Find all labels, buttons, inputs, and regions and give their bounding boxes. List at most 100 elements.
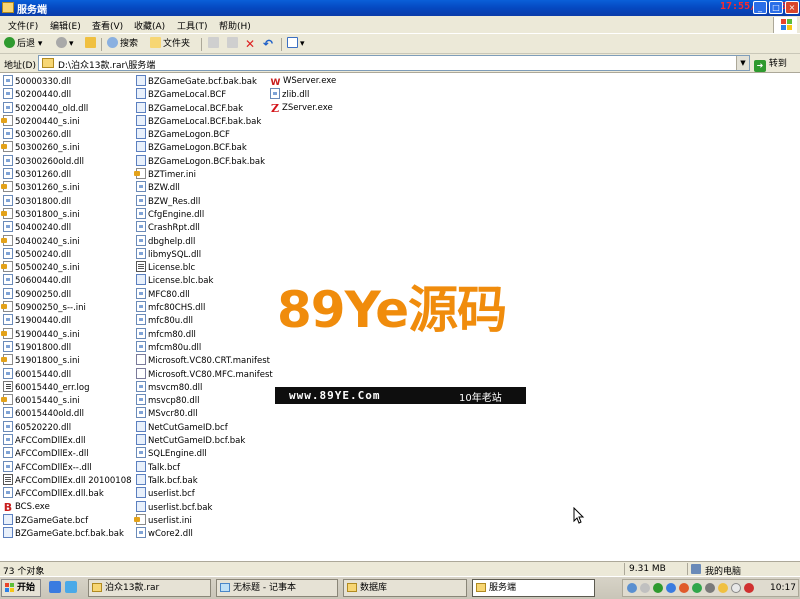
title-bar[interactable]: 服务端 17:55/12.46 _ □ × bbox=[0, 0, 800, 16]
file-item[interactable]: mfcm80u.dll bbox=[136, 340, 273, 354]
file-item[interactable]: 50400240.dll bbox=[3, 221, 132, 234]
file-item[interactable]: BZGameLogon.BCF.bak bbox=[136, 141, 273, 154]
file-item[interactable]: msvcp80.dll bbox=[136, 394, 273, 407]
file-item[interactable]: MSvcr80.dll bbox=[136, 407, 273, 420]
task-notepad[interactable]: 无标题 - 记事本 bbox=[216, 579, 338, 597]
close-button[interactable]: × bbox=[785, 1, 799, 14]
menu-tools[interactable]: 工具(T) bbox=[177, 19, 208, 32]
start-button[interactable]: 开始 bbox=[1, 579, 41, 597]
file-item[interactable]: BZW_Res.dll bbox=[136, 194, 273, 208]
file-item[interactable]: 50301800.dll bbox=[3, 194, 132, 208]
file-item[interactable]: AFCComDllEx.dll.bak bbox=[3, 487, 132, 500]
file-item[interactable]: Talk.bcf bbox=[136, 460, 273, 474]
folders-button[interactable]: 文件夹 bbox=[150, 37, 190, 52]
file-item[interactable]: 50900250.dll bbox=[3, 287, 132, 301]
file-item[interactable]: BZGameGate.bcf.bak.bak bbox=[3, 527, 132, 540]
menu-view[interactable]: 查看(V) bbox=[92, 19, 123, 32]
file-item[interactable]: 50500240_s.ini bbox=[1, 261, 132, 274]
file-item[interactable]: BZW.dll bbox=[136, 181, 273, 194]
up-folder-button[interactable] bbox=[85, 37, 98, 52]
file-item[interactable]: wCore2.dll bbox=[136, 527, 273, 540]
file-item[interactable]: 51900440_s.ini bbox=[1, 327, 132, 341]
file-item[interactable]: AFCComDllEx-.dll bbox=[3, 447, 132, 460]
quicklaunch-desktop-icon[interactable] bbox=[65, 581, 77, 593]
file-item[interactable]: mfc80CHS.dll bbox=[136, 301, 273, 314]
menu-edit[interactable]: 编辑(E) bbox=[50, 19, 81, 32]
delete-button[interactable]: ✕ bbox=[245, 37, 255, 52]
file-item[interactable]: 50600440.dll bbox=[3, 274, 132, 287]
file-item[interactable]: zlib.dll bbox=[270, 88, 336, 101]
file-item[interactable]: W WServer.exe bbox=[270, 75, 337, 88]
file-item[interactable]: 50300260.dll bbox=[3, 128, 132, 141]
tray-wechat-icon[interactable] bbox=[653, 583, 663, 593]
tray-security-icon[interactable] bbox=[679, 583, 689, 593]
address-dropdown-button[interactable]: ▼ bbox=[736, 56, 749, 70]
file-item[interactable]: 50200440.dll bbox=[3, 88, 132, 101]
file-item[interactable]: AFCComDllEx.dll 20100108 bbox=[3, 473, 132, 487]
file-item[interactable]: libmySQL.dll bbox=[136, 247, 273, 261]
task-rar-archive[interactable]: 泊众13款.rar bbox=[88, 579, 211, 597]
file-item[interactable]: userlist.bcf bbox=[136, 487, 273, 500]
file-item[interactable]: 50400240_s.ini bbox=[1, 234, 132, 248]
address-input[interactable]: D:\泊众13款.rar\服务端 ▼ bbox=[38, 55, 750, 71]
tray-shield-icon[interactable] bbox=[692, 583, 702, 593]
tray-network-icon[interactable] bbox=[627, 583, 637, 593]
file-item[interactable]: 50500240.dll bbox=[3, 247, 132, 261]
file-item[interactable]: BZGameGate.bcf bbox=[3, 513, 132, 527]
file-item[interactable]: 60015440_s.ini bbox=[1, 394, 132, 407]
tray-app-icon[interactable] bbox=[640, 583, 650, 593]
file-item[interactable]: userlist.ini bbox=[134, 513, 273, 527]
quicklaunch-ie-icon[interactable] bbox=[49, 581, 61, 593]
file-item[interactable]: 51901800_s.ini bbox=[1, 354, 132, 367]
file-item[interactable]: 60015440old.dll bbox=[3, 407, 132, 420]
file-item[interactable]: BZGameLogon.BCF.bak.bak bbox=[136, 154, 273, 168]
file-item[interactable]: License.blc.bak bbox=[136, 274, 273, 287]
go-button[interactable]: ➜ 转到 bbox=[754, 56, 787, 72]
file-item[interactable]: 50301260.dll bbox=[3, 168, 132, 181]
tray-alert-icon[interactable] bbox=[744, 583, 754, 593]
menu-favorites[interactable]: 收藏(A) bbox=[134, 19, 165, 32]
tray-input-icon[interactable] bbox=[666, 583, 676, 593]
forward-button[interactable]: ▾ bbox=[56, 37, 74, 52]
maximize-button[interactable]: □ bbox=[769, 1, 783, 14]
file-item[interactable]: 50301260_s.ini bbox=[1, 181, 132, 194]
file-item[interactable]: MFC80.dll bbox=[136, 287, 273, 301]
file-item[interactable]: NetCutGameID.bcf.bak bbox=[136, 434, 273, 447]
file-item[interactable]: BZGameLocal.BCF bbox=[136, 88, 273, 101]
file-item[interactable]: 50300260_s.ini bbox=[1, 141, 132, 154]
views-button[interactable]: ▾ bbox=[287, 37, 305, 52]
file-item[interactable]: BZGameLocal.BCF.bak.bak bbox=[136, 114, 273, 128]
file-item[interactable]: 50300260old.dll bbox=[3, 154, 132, 168]
file-item[interactable]: SQLEngine.dll bbox=[136, 447, 273, 460]
file-item[interactable]: License.blc bbox=[136, 261, 273, 274]
search-button[interactable]: 搜索 bbox=[107, 37, 138, 52]
file-item[interactable]: 50200440_old.dll bbox=[3, 101, 132, 115]
undo-button[interactable]: ↶ bbox=[263, 37, 273, 52]
move-to-button[interactable] bbox=[208, 37, 221, 52]
file-item[interactable]: B BCS.exe bbox=[3, 501, 132, 514]
copy-to-button[interactable] bbox=[227, 37, 240, 52]
file-item[interactable]: msvcm80.dll bbox=[136, 380, 273, 394]
file-item[interactable]: 51901800.dll bbox=[3, 340, 132, 354]
file-item[interactable]: 50900250_s--.ini bbox=[1, 301, 132, 314]
file-item[interactable]: BZGameGate.bcf.bak.bak bbox=[136, 75, 273, 88]
file-item[interactable]: Microsoft.VC80.MFC.manifest bbox=[136, 367, 273, 381]
file-item[interactable]: 60015440.dll bbox=[3, 367, 132, 381]
menu-help[interactable]: 帮助(H) bbox=[219, 19, 251, 32]
tray-settings-icon[interactable] bbox=[705, 583, 715, 593]
file-item[interactable]: 50200440_s.ini bbox=[1, 114, 132, 128]
file-item[interactable]: AFCComDllEx--.dll bbox=[3, 460, 132, 474]
file-item[interactable]: BZGameLocal.BCF.bak bbox=[136, 101, 273, 115]
file-item[interactable]: Z ZServer.exe bbox=[270, 102, 336, 115]
file-item[interactable]: 60520220.dll bbox=[3, 420, 132, 434]
file-item[interactable]: NetCutGameID.bcf bbox=[136, 420, 273, 434]
tray-volume-icon[interactable] bbox=[731, 583, 741, 593]
file-list[interactable]: 50000330.dll 50200440.dll 50200440_old.dll… bbox=[0, 73, 800, 561]
file-item[interactable]: CfgEngine.dll bbox=[136, 207, 273, 221]
file-item[interactable]: BZGameLogon.BCF bbox=[136, 128, 273, 141]
minimize-button[interactable]: _ bbox=[753, 1, 767, 14]
task-database-folder[interactable]: 数据库 bbox=[343, 579, 467, 597]
file-item[interactable]: CrashRpt.dll bbox=[136, 221, 273, 234]
file-item[interactable]: userlist.bcf.bak bbox=[136, 500, 273, 514]
file-item[interactable]: BZTimer.ini bbox=[134, 168, 273, 181]
